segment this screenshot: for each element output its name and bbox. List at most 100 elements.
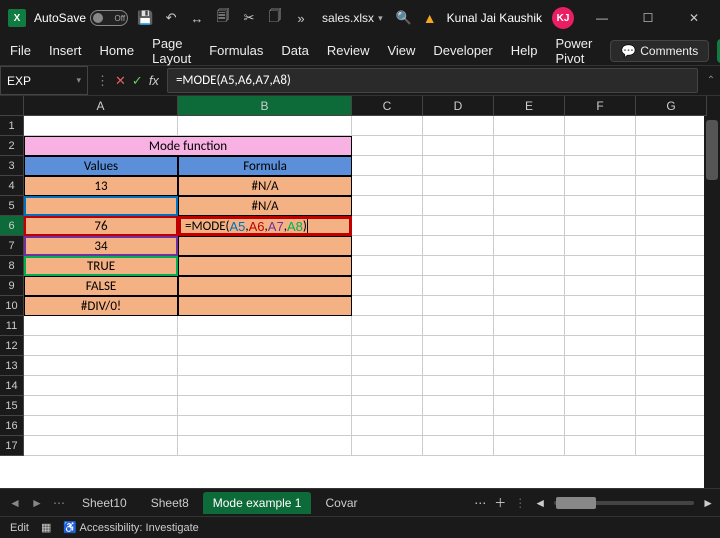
col-header-c[interactable]: C [352, 96, 423, 116]
cell-E2[interactable] [494, 136, 565, 156]
cell-A9[interactable]: FALSE [24, 276, 178, 296]
tab-review[interactable]: Review [327, 43, 370, 58]
row-header[interactable]: 12 [0, 336, 24, 356]
row-header[interactable]: 11 [0, 316, 24, 336]
cell-D1[interactable] [423, 116, 494, 136]
sheet-tab-active[interactable]: Mode example 1 [203, 492, 312, 514]
sheet-nav-more[interactable]: ⋯ [50, 496, 68, 510]
row-header[interactable]: 1 [0, 116, 24, 136]
cell-B4[interactable]: #N/A [178, 176, 352, 196]
autosave-toggle[interactable]: AutoSave Off [34, 10, 128, 26]
cell-A11[interactable] [24, 316, 178, 336]
spreadsheet-grid[interactable]: A B C D E F G 12Mode function3ValuesForm… [0, 96, 720, 488]
cell-D12[interactable] [423, 336, 494, 356]
save-icon[interactable]: 💾 [136, 9, 154, 27]
cell-G4[interactable] [636, 176, 707, 196]
row-header[interactable]: 10 [0, 296, 24, 316]
filename[interactable]: sales.xlsx▾ [322, 11, 383, 25]
cell-G10[interactable] [636, 296, 707, 316]
tab-view[interactable]: View [387, 43, 415, 58]
cell-B9[interactable] [178, 276, 352, 296]
cell-B3[interactable]: Formula [178, 156, 352, 176]
row-header[interactable]: 16 [0, 416, 24, 436]
cell-D14[interactable] [423, 376, 494, 396]
cell-G5[interactable] [636, 196, 707, 216]
formula-bar[interactable]: =MODE(A5,A6,A7,A8) [167, 68, 698, 93]
cell-E13[interactable] [494, 356, 565, 376]
row-header[interactable]: 5 [0, 196, 24, 216]
formula-expand-icon[interactable]: ⌃ [702, 66, 720, 95]
sheet-nav-prev[interactable]: ◄ [6, 496, 24, 510]
cell-F12[interactable] [565, 336, 636, 356]
cell-E5[interactable] [494, 196, 565, 216]
hscroll-right-icon[interactable]: ► [702, 496, 714, 510]
cell-G7[interactable] [636, 236, 707, 256]
cell-A7[interactable]: 34 [24, 236, 178, 256]
tab-powerpivot[interactable]: Power Pivot [555, 36, 592, 66]
cell-G2[interactable] [636, 136, 707, 156]
cell-A16[interactable] [24, 416, 178, 436]
maximize-button[interactable]: ☐ [630, 0, 666, 36]
cell-E9[interactable] [494, 276, 565, 296]
col-header-g[interactable]: G [636, 96, 707, 116]
minimize-button[interactable]: — [584, 0, 620, 36]
comments-button[interactable]: 💬 Comments [610, 40, 709, 62]
cell-F16[interactable] [565, 416, 636, 436]
cell-G9[interactable] [636, 276, 707, 296]
cell-D9[interactable] [423, 276, 494, 296]
col-header-b[interactable]: B [178, 96, 352, 116]
cell-F14[interactable] [565, 376, 636, 396]
cell-C16[interactable] [352, 416, 423, 436]
new-sheet-icon[interactable]: ＋ [494, 494, 506, 511]
cell-G3[interactable] [636, 156, 707, 176]
cell-B10[interactable] [178, 296, 352, 316]
cell-E16[interactable] [494, 416, 565, 436]
cell-C11[interactable] [352, 316, 423, 336]
cell-E7[interactable] [494, 236, 565, 256]
cell-C2[interactable] [352, 136, 423, 156]
cell-A15[interactable] [24, 396, 178, 416]
tab-insert[interactable]: Insert [49, 43, 82, 58]
cell-F9[interactable] [565, 276, 636, 296]
sheet-tab[interactable]: Sheet8 [141, 492, 199, 514]
tab-help[interactable]: Help [511, 43, 538, 58]
cell-A5[interactable] [24, 196, 178, 216]
cell-E14[interactable] [494, 376, 565, 396]
row-header[interactable]: 14 [0, 376, 24, 396]
cell-E1[interactable] [494, 116, 565, 136]
cell-B12[interactable] [178, 336, 352, 356]
cell-D6[interactable] [423, 216, 494, 236]
sheet-overflow-icon[interactable]: ⋯ [474, 496, 486, 510]
cell-C5[interactable] [352, 196, 423, 216]
cell-A17[interactable] [24, 436, 178, 456]
cell-B11[interactable] [178, 316, 352, 336]
cell-F1[interactable] [565, 116, 636, 136]
cell-D16[interactable] [423, 416, 494, 436]
cell-B6[interactable]: =MODE(A5,A6,A7,A8) [178, 216, 352, 236]
cell-F15[interactable] [565, 396, 636, 416]
cell-B1[interactable] [178, 116, 352, 136]
cell-G12[interactable] [636, 336, 707, 356]
tab-home[interactable]: Home [99, 43, 134, 58]
cell-E6[interactable] [494, 216, 565, 236]
cell-B5[interactable]: #N/A [178, 196, 352, 216]
row-header[interactable]: 9 [0, 276, 24, 296]
cell-G14[interactable] [636, 376, 707, 396]
cell-D5[interactable] [423, 196, 494, 216]
cell-E12[interactable] [494, 336, 565, 356]
cell-F13[interactable] [565, 356, 636, 376]
row-header[interactable]: 13 [0, 356, 24, 376]
qat-icon[interactable]: 🗐 [214, 9, 232, 27]
col-header-d[interactable]: D [423, 96, 494, 116]
col-header-a[interactable]: A [24, 96, 178, 116]
cell-A3[interactable]: Values [24, 156, 178, 176]
col-header-e[interactable]: E [494, 96, 565, 116]
cell-G13[interactable] [636, 356, 707, 376]
cell-B13[interactable] [178, 356, 352, 376]
cell-B17[interactable] [178, 436, 352, 456]
cell-F4[interactable] [565, 176, 636, 196]
cell-A10[interactable]: #DIV/0! [24, 296, 178, 316]
cell-G1[interactable] [636, 116, 707, 136]
copy-icon[interactable]: 🗍 [266, 9, 284, 27]
undo-icon[interactable]: ↶ [162, 9, 180, 27]
